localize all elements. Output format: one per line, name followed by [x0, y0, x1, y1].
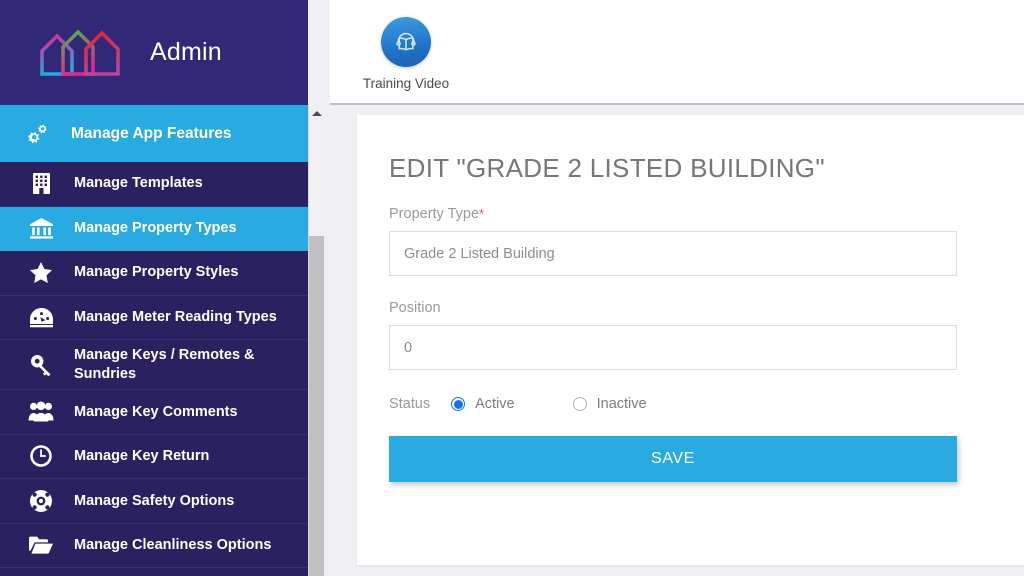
save-button[interactable]: SAVE — [389, 436, 957, 482]
sidebar-item-manage-key-return[interactable]: Manage Key Return — [0, 435, 308, 480]
gauge-icon — [24, 307, 58, 328]
content-card: EDIT "GRADE 2 LISTED BUILDING" Property … — [357, 115, 1024, 565]
sidebar-item-manage-cleanliness-options[interactable]: Manage Cleanliness Options — [0, 524, 308, 569]
sidebar-item-label: Manage Safety Options — [74, 492, 235, 509]
sidebar-item-label: Manage Property Styles — [74, 264, 239, 281]
sidebar-item-label: Manage Key Return — [74, 448, 210, 465]
sidebar: Admin Manage App Features Manage Templat… — [0, 0, 308, 576]
star-icon — [24, 261, 58, 284]
clock-icon — [24, 444, 58, 468]
required-asterisk: * — [479, 206, 485, 221]
sidebar-scrollbar[interactable] — [308, 105, 324, 576]
radio-active-indicator[interactable] — [451, 397, 466, 411]
cogs-icon — [22, 123, 56, 145]
sidebar-item-manage-templates[interactable]: Manage Templates — [0, 162, 308, 207]
edit-property-type-form: EDIT "GRADE 2 LISTED BUILDING" Property … — [357, 115, 1024, 482]
building-icon — [24, 172, 58, 195]
status-radio-active[interactable]: Active — [451, 396, 515, 412]
brand-header: Admin — [0, 0, 308, 105]
radio-inactive-label: Inactive — [596, 396, 647, 412]
property-type-input[interactable] — [389, 231, 957, 276]
property-type-label: Property Type* — [389, 206, 992, 222]
page-body: EDIT "GRADE 2 LISTED BUILDING" Property … — [324, 107, 1024, 576]
radio-inactive-indicator[interactable] — [572, 397, 587, 411]
position-label: Position — [389, 300, 441, 316]
sidebar-item-label: Manage App Features — [71, 124, 232, 142]
position-input[interactable] — [389, 325, 957, 370]
sidebar-item-manage-safety-options[interactable]: Manage Safety Options — [0, 479, 308, 524]
sidebar-item-manage-keys-remotes-sundries[interactable]: Manage Keys / Remotes & Sundries — [0, 340, 308, 391]
sidebar-item-label: Manage Property Types — [74, 219, 237, 236]
sidebar-item-manage-app-features[interactable]: Manage App Features — [0, 105, 308, 162]
sidebar-item-label: Manage Meter Reading Types — [74, 308, 277, 325]
sidebar-menu: Manage App Features Manage Templates Man… — [0, 105, 308, 569]
status-row: Status Active Inactive — [389, 396, 992, 412]
training-video-label: Training Video — [362, 76, 450, 91]
sidebar-item-label: Manage Keys / Remotes & Sundries — [74, 347, 255, 382]
training-video-icon — [381, 17, 431, 67]
brand-title: Admin — [150, 38, 222, 66]
status-label: Status — [389, 396, 431, 412]
sidebar-item-label: Manage Cleanliness Options — [74, 537, 272, 554]
scrollbar-thumb[interactable] — [309, 236, 324, 576]
folder-open-icon — [24, 535, 58, 555]
three-houses-logo-icon — [38, 27, 126, 79]
sidebar-item-label: Manage Templates — [74, 175, 203, 192]
sidebar-item-manage-key-comments[interactable]: Manage Key Comments — [0, 390, 308, 435]
sidebar-item-manage-property-styles[interactable]: Manage Property Styles — [0, 251, 308, 296]
sidebar-item-manage-meter-reading-types[interactable]: Manage Meter Reading Types — [0, 296, 308, 340]
page-title: EDIT "GRADE 2 LISTED BUILDING" — [389, 153, 825, 183]
bank-icon — [24, 217, 58, 239]
users-icon — [24, 401, 58, 422]
sidebar-item-manage-property-types[interactable]: Manage Property Types — [0, 206, 308, 251]
radio-active-label: Active — [475, 396, 515, 412]
status-radio-inactive[interactable]: Inactive — [572, 396, 647, 412]
triangle-up-icon[interactable] — [309, 105, 324, 122]
field-spacer — [389, 276, 992, 300]
key-icon — [24, 353, 58, 377]
life-ring-icon — [24, 489, 58, 513]
training-video-button[interactable]: Training Video — [358, 17, 454, 91]
top-bar: Training Video — [330, 0, 1024, 105]
sidebar-item-label: Manage Key Comments — [74, 403, 238, 420]
app-root: Admin Manage App Features Manage Templat… — [0, 0, 1024, 576]
property-type-label-text: Property Type — [389, 206, 480, 222]
